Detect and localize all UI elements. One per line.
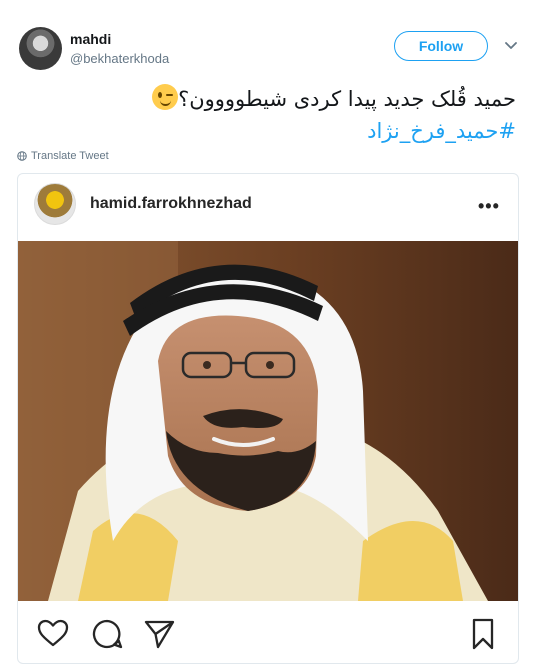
user-handle[interactable]: @bekhaterkhoda [70, 51, 169, 66]
instagram-embed-card[interactable]: hamid.farrokhnezhad ••• [17, 173, 519, 664]
translate-tweet-link[interactable]: Translate Tweet [17, 150, 109, 162]
tweet-text: حمید قُلک جدید پیدا کردی شیطوووون؟ #حمید… [46, 83, 516, 147]
user-name[interactable]: mahdi [70, 31, 111, 47]
more-options-icon[interactable]: ••• [478, 196, 500, 217]
winking-face-icon [152, 84, 179, 110]
chevron-down-icon[interactable] [503, 37, 519, 53]
comment-icon[interactable] [90, 617, 124, 651]
follow-button[interactable]: Follow [394, 31, 488, 61]
embed-avatar[interactable] [34, 183, 76, 225]
globe-icon [17, 151, 27, 161]
hashtag-link[interactable]: #حمید_فرخ_نژاد [367, 119, 516, 143]
tweet-text-line: حمید قُلک جدید پیدا کردی شیطوووون؟ [178, 87, 516, 111]
heart-icon[interactable] [36, 617, 70, 651]
send-icon[interactable] [142, 617, 176, 651]
user-avatar[interactable] [19, 27, 62, 70]
embed-action-bar [18, 601, 518, 663]
bookmark-icon[interactable] [466, 617, 500, 651]
embed-photo[interactable] [18, 241, 519, 601]
translate-tweet-label[interactable]: Translate Tweet [31, 150, 109, 162]
embed-username[interactable]: hamid.farrokhnezhad [90, 195, 252, 213]
